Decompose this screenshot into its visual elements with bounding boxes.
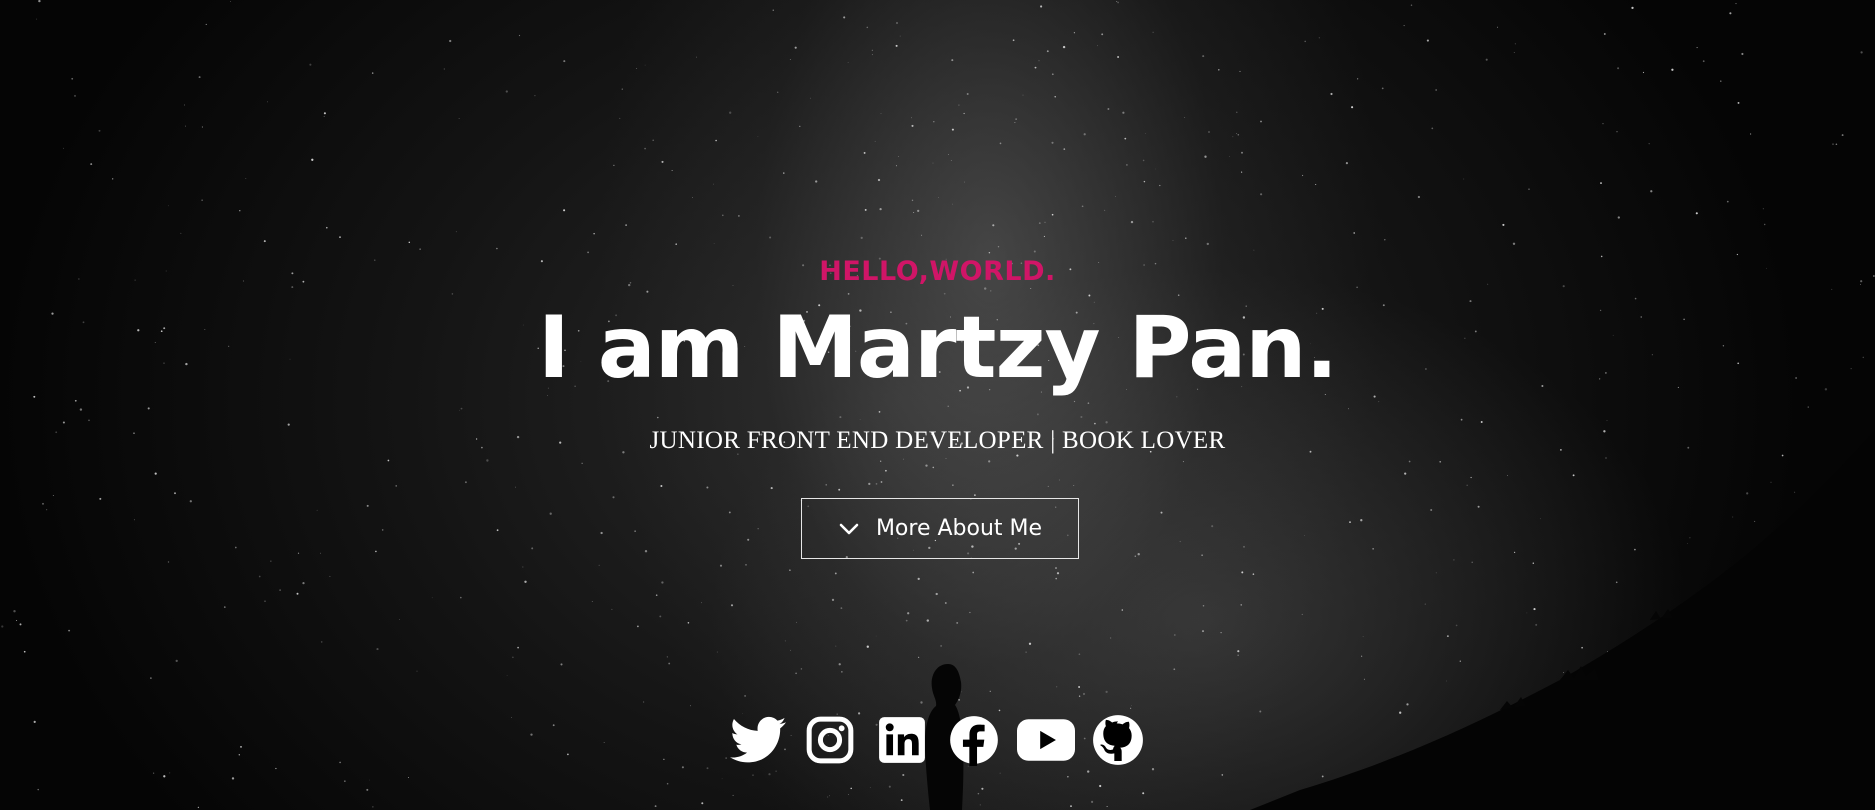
github-link[interactable] bbox=[1089, 713, 1147, 767]
instagram-icon bbox=[806, 716, 853, 764]
chevron-down-icon bbox=[838, 518, 860, 540]
linkedin-link[interactable] bbox=[873, 713, 931, 767]
github-icon bbox=[1092, 715, 1143, 765]
hero-subtitle: JUNIOR FRONT END DEVELOPER | BOOK LOVER bbox=[649, 427, 1226, 454]
facebook-icon bbox=[949, 716, 998, 766]
more-about-me-label: More About Me bbox=[875, 516, 1043, 541]
youtube-icon bbox=[1016, 719, 1075, 761]
hero-headline: I am Martzy Pan. bbox=[537, 298, 1338, 398]
more-about-me-button[interactable]: More About Me bbox=[801, 498, 1079, 559]
instagram-link[interactable] bbox=[801, 713, 859, 767]
silhouette-hill-background bbox=[924, 430, 1875, 810]
hero-section: HELLO,WORLD. I am Martzy Pan. JUNIOR FRO… bbox=[0, 0, 1875, 810]
greeting-text: HELLO,WORLD. bbox=[819, 256, 1056, 287]
facebook-link[interactable] bbox=[945, 713, 1003, 767]
linkedin-icon bbox=[878, 717, 925, 763]
twitter-icon bbox=[729, 716, 786, 763]
twitter-link[interactable] bbox=[729, 713, 787, 767]
youtube-link[interactable] bbox=[1016, 713, 1075, 767]
social-links bbox=[0, 713, 1875, 767]
